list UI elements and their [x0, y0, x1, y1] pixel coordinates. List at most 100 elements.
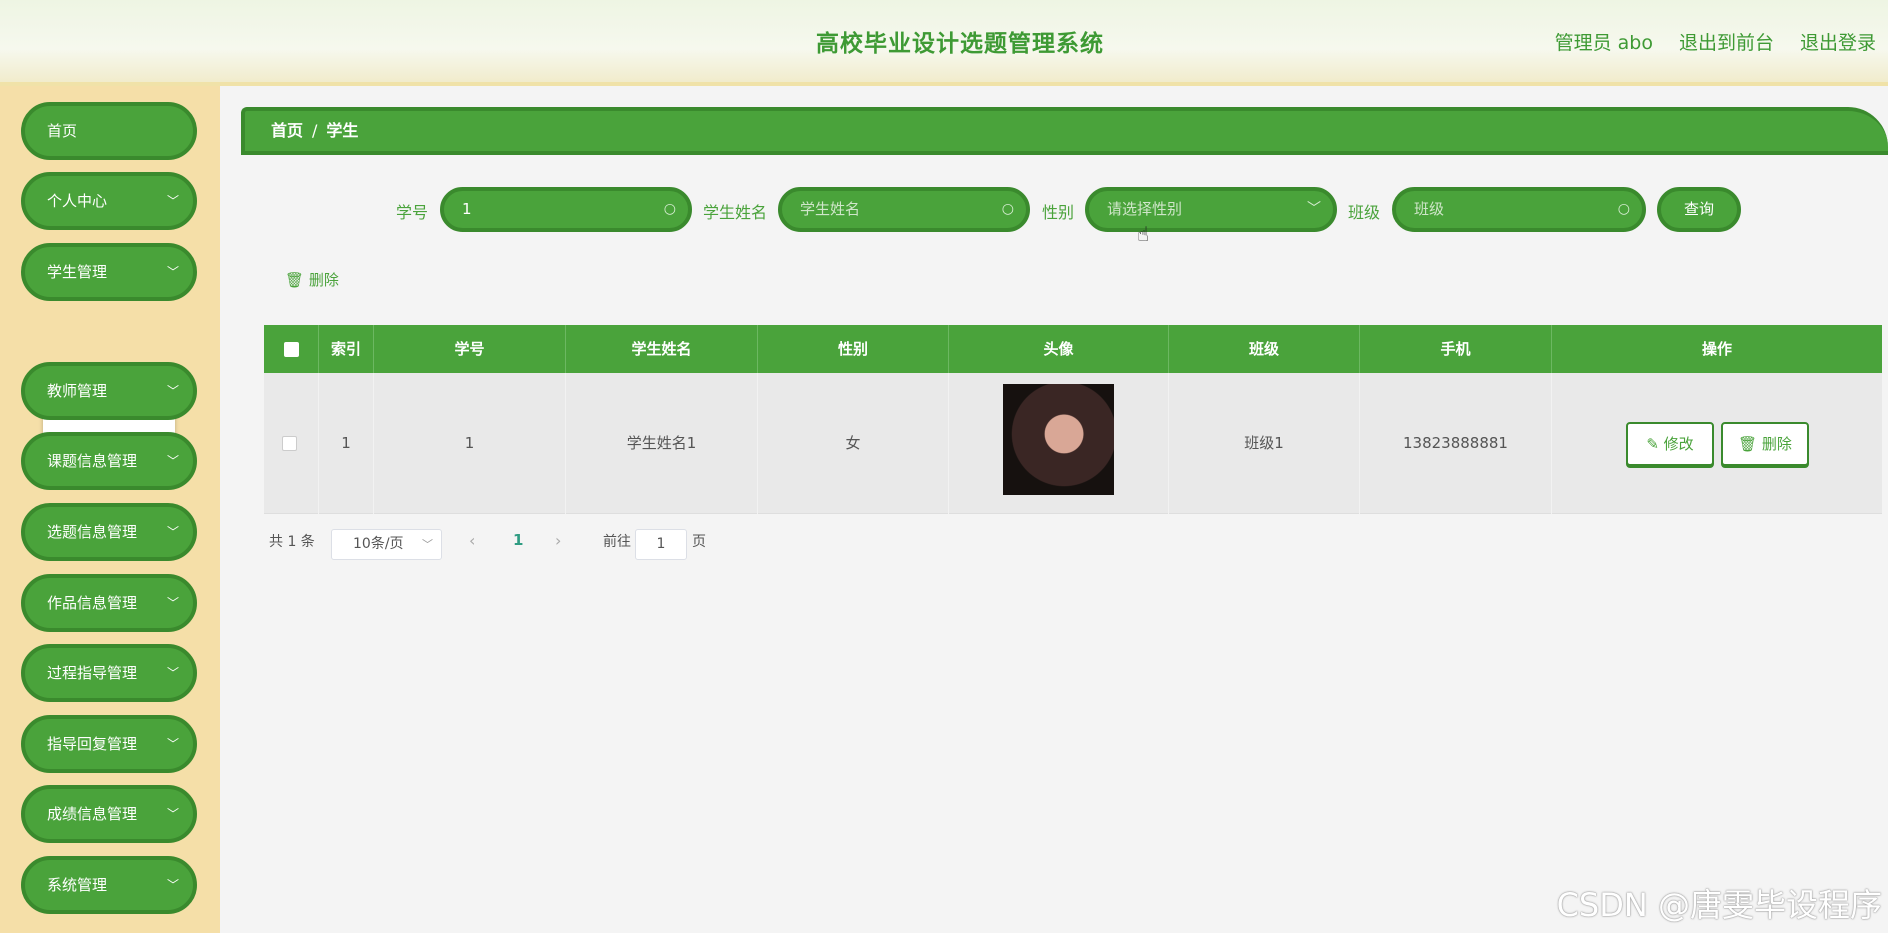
student-id-label: 学号	[396, 203, 429, 222]
search-icon: ○	[663, 201, 676, 217]
chevron-down-icon: ﹀	[166, 596, 179, 610]
col-class-header: 班级	[1169, 325, 1360, 373]
col-actions-header: 操作	[1701, 340, 1732, 358]
page-number-current[interactable]: 1	[513, 531, 523, 549]
chevron-down-icon: ﹀	[166, 807, 179, 821]
sidebar-item-reply-management[interactable]: 指导回复管理 ﹀	[21, 715, 197, 773]
cell-phone: 13823888881	[1360, 373, 1552, 514]
sidebar-item-label: 学生管理	[47, 263, 108, 281]
sidebar-item-label: 过程指导管理	[47, 664, 138, 682]
admin-user-link[interactable]: 管理员 abo	[1555, 28, 1653, 55]
student-name-input[interactable]: 学生姓名 ○	[778, 187, 1030, 232]
page-size-value: 10条/页	[353, 536, 404, 552]
gender-select[interactable]: 请选择性别 ﹀	[1085, 187, 1337, 232]
row-checkbox-cell	[264, 373, 319, 514]
class-label: 班级	[1348, 203, 1381, 222]
sidebar-item-home[interactable]: 首页	[21, 102, 197, 160]
cell-gender: 女	[758, 373, 949, 514]
sidebar-item-label: 成绩信息管理	[47, 805, 138, 823]
edit-label: 修改	[1663, 435, 1694, 453]
sidebar-item-grade-management[interactable]: 成绩信息管理 ﹀	[21, 785, 197, 843]
sidebar-item-label: 指导回复管理	[47, 735, 138, 753]
sidebar: 首页 个人中心 ﹀ 学生管理 ﹀ 学生 教师管理 ﹀ 课题信息管理 ﹀ 选题信息…	[0, 86, 220, 933]
header-checkbox-cell	[264, 325, 319, 373]
delete-row-button[interactable]: 🗑 删除	[1721, 422, 1809, 466]
trash-icon: 🗑	[1738, 435, 1758, 453]
batch-delete-label: 删除	[308, 271, 339, 289]
row-checkbox[interactable]	[282, 436, 297, 451]
sidebar-item-teacher-management[interactable]: 教师管理 ﹀	[21, 362, 197, 420]
sidebar-item-label: 系统管理	[47, 876, 108, 894]
student-id-input[interactable]: 1 ○	[440, 187, 692, 232]
sidebar-item-label: 首页	[47, 122, 78, 140]
cell-student-name: 学生姓名1	[566, 373, 758, 514]
table-row: 1 1 学生姓名1 女 班级1 13823888881 ✎ 修改 🗑 删除	[264, 373, 1882, 514]
cell-student-id: 1	[374, 373, 566, 514]
breadcrumb-home[interactable]: 首页	[271, 121, 303, 140]
edit-button[interactable]: ✎ 修改	[1626, 422, 1714, 466]
hand-cursor-icon: ☝	[1137, 222, 1150, 246]
prev-page-button[interactable]: ‹	[469, 531, 475, 550]
student-id-value: 1	[462, 200, 472, 218]
goto-label: 前往	[603, 534, 631, 550]
sidebar-item-student-management[interactable]: 学生管理 ﹀	[21, 243, 197, 301]
class-input[interactable]: 班级 ○	[1392, 187, 1646, 232]
next-page-button[interactable]: ›	[555, 531, 561, 550]
cell-index: 1	[319, 373, 374, 514]
sidebar-item-label: 选题信息管理	[47, 523, 138, 541]
gender-placeholder: 请选择性别	[1107, 200, 1183, 218]
sidebar-item-works-management[interactable]: 作品信息管理 ﹀	[21, 574, 197, 632]
total-count: 共 1 条	[269, 534, 315, 550]
chevron-down-icon: ﹀	[166, 454, 179, 468]
col-student-name-header: 学生姓名	[566, 325, 758, 373]
chevron-down-icon: ﹀	[166, 384, 179, 398]
sidebar-item-label: 作品信息管理	[47, 594, 138, 612]
sidebar-item-system-management[interactable]: 系统管理 ﹀	[21, 856, 197, 914]
student-name-label: 学生姓名	[703, 203, 768, 222]
class-placeholder: 班级	[1414, 200, 1445, 218]
search-icon: ○	[1001, 201, 1014, 217]
col-index-header: 索引	[319, 325, 374, 373]
student-name-placeholder: 学生姓名	[800, 200, 861, 218]
avatar	[1003, 384, 1114, 495]
gender-label: 性别	[1042, 203, 1075, 222]
col-gender-header: 性别	[758, 325, 949, 373]
table-header: 索引 学号 学生姓名 性别 头像 班级 手机 操作	[264, 325, 1882, 373]
chevron-down-icon: ﹀	[1307, 201, 1321, 217]
search-icon: ○	[1617, 201, 1630, 217]
sidebar-item-label: 个人中心	[47, 192, 108, 210]
chevron-down-icon: ﹀	[166, 666, 179, 680]
sidebar-item-selection-management[interactable]: 选题信息管理 ﹀	[21, 503, 197, 561]
select-all-checkbox[interactable]	[284, 342, 299, 357]
top-header: 高校毕业设计选题管理系统 管理员 abo 退出到前台 退出登录	[0, 0, 1888, 86]
sidebar-item-personal-center[interactable]: 个人中心 ﹀	[21, 172, 197, 230]
chevron-down-icon: ﹀	[422, 538, 433, 551]
page-suffix: 页	[692, 534, 706, 550]
delete-row-label: 删除	[1761, 435, 1792, 453]
query-button[interactable]: 查询	[1657, 187, 1741, 232]
batch-delete-button[interactable]: 🗑 删除	[285, 269, 339, 290]
trash-icon: 🗑	[285, 271, 305, 289]
chevron-down-icon: ﹀	[166, 737, 179, 751]
cell-actions	[1552, 373, 1882, 514]
sidebar-item-topic-management[interactable]: 课题信息管理 ﹀	[21, 432, 197, 490]
chevron-down-icon: ﹀	[166, 878, 179, 892]
sidebar-item-label: 课题信息管理	[47, 452, 138, 470]
sidebar-item-label: 教师管理	[47, 382, 108, 400]
exit-to-front-link[interactable]: 退出到前台	[1679, 28, 1774, 55]
cell-class: 班级1	[1169, 373, 1360, 514]
breadcrumb-current: 学生	[326, 121, 359, 140]
goto-page-input[interactable]: 1	[635, 529, 687, 560]
watermark: CSDN @唐雯毕设程序	[1556, 886, 1882, 924]
chevron-down-icon: ﹀	[166, 194, 179, 208]
breadcrumb: 首页 / 学生	[241, 107, 1888, 155]
page-size-select[interactable]: 10条/页 ﹀	[331, 529, 442, 560]
header-links: 管理员 abo 退出到前台 退出登录	[1555, 28, 1876, 55]
col-student-id-header: 学号	[374, 325, 566, 373]
breadcrumb-separator: /	[312, 121, 318, 140]
sidebar-item-guidance-management[interactable]: 过程指导管理 ﹀	[21, 644, 197, 702]
col-phone-header: 手机	[1360, 325, 1552, 373]
chevron-down-icon: ﹀	[166, 265, 179, 279]
chevron-down-icon: ﹀	[166, 525, 179, 539]
logout-link[interactable]: 退出登录	[1800, 28, 1876, 55]
